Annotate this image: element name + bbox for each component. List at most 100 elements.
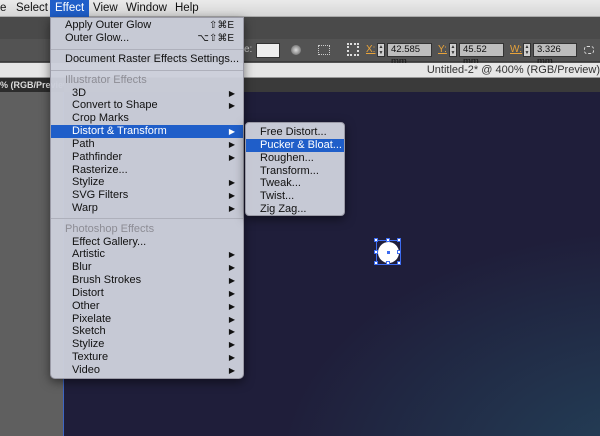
shortcut: ⌥⇧⌘E	[197, 33, 234, 44]
align-dropdown-icon[interactable]	[318, 45, 330, 55]
menu-item-label: Convert to Shape	[72, 99, 158, 112]
submenu-arrow-icon: ▶	[228, 340, 235, 350]
submenu-item-tweak[interactable]: Tweak...	[246, 177, 344, 190]
menu-item-other[interactable]: Other ▶	[51, 300, 243, 313]
effect-menu: Apply Outer Glow ⇧⌘E Outer Glow... ⌥⇧⌘E Do…	[50, 17, 244, 379]
menu-item-document-raster-effects-settings[interactable]: Document Raster Effects Settings...	[51, 53, 243, 66]
submenu-arrow-icon: ▶	[228, 152, 235, 162]
y-label: Y:	[438, 44, 447, 55]
x-field[interactable]: 42.585 mm	[387, 43, 432, 67]
menu-item-effect-gallery[interactable]: Effect Gallery...	[51, 236, 243, 249]
menu-item-label: Other	[72, 299, 100, 312]
menu-item-label: Rasterize...	[72, 163, 128, 176]
submenu-arrow-icon: ▶	[228, 314, 235, 324]
constrain-link-icon[interactable]	[584, 46, 594, 54]
submenu-item-zig-zag[interactable]: Zig Zag...	[246, 203, 344, 216]
menu-item-label: Effect Gallery...	[72, 235, 147, 248]
menu-item-label: Pathfinder	[72, 150, 123, 163]
selection-handle[interactable]	[374, 250, 378, 254]
submenu-arrow-icon: ▶	[228, 250, 235, 260]
menu-item-blur[interactable]: Blur ▶	[51, 261, 243, 274]
menu-item-label: Distort & Transform	[72, 125, 167, 138]
menu-item-sketch[interactable]: Sketch ▶	[51, 325, 243, 338]
menu-effect[interactable]: Effect	[50, 0, 90, 17]
menu-item-warp[interactable]: Warp ▶	[51, 202, 243, 215]
style-label: e:	[244, 44, 253, 55]
selection-handle[interactable]	[374, 261, 378, 265]
submenu-arrow-icon: ▶	[228, 191, 235, 201]
style-swatch-dropdown[interactable]	[256, 43, 280, 58]
menu-item-label: Distort	[72, 286, 104, 299]
menu-item-distort[interactable]: Distort ▶	[51, 287, 243, 300]
menu-select[interactable]: Select	[11, 0, 53, 17]
menu-item-label: Pixelate	[72, 312, 112, 325]
shortcut: ⇧⌘E	[208, 20, 234, 31]
submenu-arrow-icon: ▶	[228, 127, 235, 137]
menu-item-path[interactable]: Path ▶	[51, 138, 243, 151]
menu-item-svg-filters[interactable]: SVG Filters ▶	[51, 189, 243, 202]
menu-item-stylize[interactable]: Stylize ▶	[51, 176, 243, 189]
submenu-arrow-icon: ▶	[228, 288, 235, 298]
w-field[interactable]: 3.326 mm	[533, 43, 577, 67]
selection-handle[interactable]	[397, 250, 401, 254]
menu-item-label: Stylize	[72, 338, 105, 351]
selection-handle[interactable]	[397, 261, 401, 265]
recolor-icon[interactable]	[291, 45, 301, 55]
menu-item-label: Outer Glow...	[65, 32, 130, 44]
submenu-arrow-icon: ▶	[228, 204, 235, 214]
submenu-arrow-icon: ▶	[228, 366, 235, 375]
menu-item-stylize[interactable]: Stylize ▶	[51, 338, 243, 351]
x-label: X:	[366, 44, 376, 55]
w-label: W:	[510, 44, 523, 55]
selection-handle[interactable]	[386, 238, 390, 242]
x-stepper[interactable]: ▲ ▼	[377, 43, 385, 57]
menu-item-apply-outer-glow[interactable]: Apply Outer Glow ⇧⌘E	[51, 19, 243, 32]
w-stepper[interactable]: ▲ ▼	[523, 43, 531, 57]
menu-item-artistic[interactable]: Artistic ▶	[51, 248, 243, 261]
menu-bar: e Select Effect View Window Help	[0, 0, 600, 17]
y-field[interactable]: 45.52 mm	[459, 43, 504, 67]
photoshop-effects-heading: Photoshop Effects	[65, 223, 155, 235]
selection-handle[interactable]	[386, 261, 390, 265]
menu-item-crop-marks[interactable]: Crop Marks	[51, 112, 243, 125]
menu-edit[interactable]: e	[0, 0, 11, 17]
separator	[51, 49, 243, 50]
menu-item-video[interactable]: Video ▶	[51, 364, 243, 377]
menu-item-label: Texture	[72, 351, 109, 364]
submenu-item-transform[interactable]: Transform...	[246, 165, 344, 178]
menu-help[interactable]: Help	[170, 0, 204, 17]
menu-item-outer-glow[interactable]: Outer Glow... ⌥⇧⌘E	[51, 32, 243, 45]
menu-item-label: Blur	[72, 261, 92, 274]
menu-item-pathfinder[interactable]: Pathfinder ▶	[51, 151, 243, 164]
submenu-item-pucker-bloat[interactable]: Pucker & Bloat...	[246, 138, 344, 152]
submenu-arrow-icon: ▶	[228, 101, 235, 111]
selection-handle[interactable]	[397, 238, 401, 242]
center-point	[387, 251, 390, 254]
document-title[interactable]: Untitled-2* @ 400% (RGB/Preview)	[427, 63, 600, 78]
menu-item-texture[interactable]: Texture ▶	[51, 351, 243, 364]
menu-item-label: 3D	[72, 86, 87, 99]
menu-item-rasterize[interactable]: Rasterize...	[51, 164, 243, 177]
submenu-arrow-icon: ▶	[228, 353, 235, 363]
menu-item-pixelate[interactable]: Pixelate ▶	[51, 313, 243, 326]
distort-transform-submenu: Free Distort... Pucker & Bloat... Roughen.…	[245, 122, 345, 216]
menu-item-brush-strokes[interactable]: Brush Strokes ▶	[51, 274, 243, 287]
separator	[51, 218, 243, 219]
menu-window[interactable]: Window	[121, 0, 172, 17]
menu-item-label: Crop Marks	[72, 112, 129, 125]
menu-item-convert-to-shape[interactable]: Convert to Shape ▶	[51, 99, 243, 112]
submenu-item-roughen[interactable]: Roughen...	[246, 152, 344, 165]
selected-circle[interactable]	[374, 238, 401, 265]
submenu-arrow-icon: ▶	[228, 327, 235, 337]
menu-view[interactable]: View	[88, 0, 123, 17]
menu-item-label: Path	[72, 137, 95, 150]
submenu-item-free-distort[interactable]: Free Distort...	[246, 126, 344, 139]
selection-handle[interactable]	[374, 238, 378, 242]
menu-item-label: Video	[72, 364, 100, 376]
menu-item-3d[interactable]: 3D ▶	[51, 87, 243, 100]
y-stepper[interactable]: ▲ ▼	[449, 43, 457, 57]
submenu-item-twist[interactable]: Twist...	[246, 190, 344, 203]
submenu-arrow-icon: ▶	[228, 178, 235, 188]
menu-item-distort-transform[interactable]: Distort & Transform ▶	[51, 125, 243, 139]
reference-point-icon[interactable]	[347, 43, 359, 56]
